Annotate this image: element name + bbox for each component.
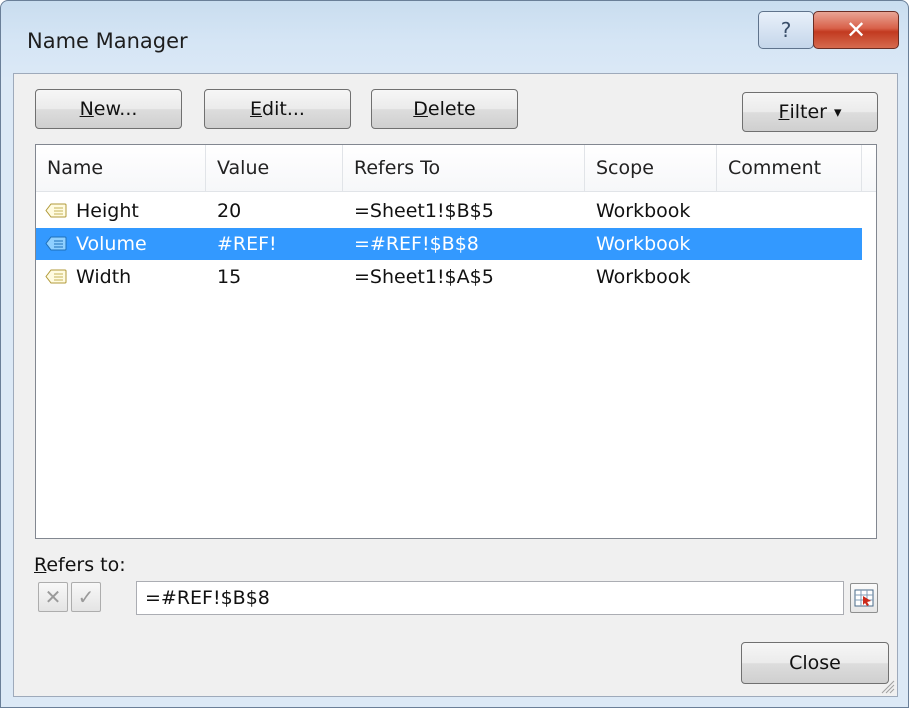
refers-to-input[interactable]: =#REF!$B$8: [136, 581, 844, 615]
new-button-accel: N: [79, 98, 94, 120]
delete-button-accel: D: [413, 98, 428, 120]
new-button-label: ew...: [93, 98, 138, 120]
filter-button[interactable]: Filter ▾: [742, 92, 878, 132]
cancel-icon: ✕: [44, 585, 62, 609]
column-header-value[interactable]: Value: [206, 145, 343, 191]
window-close-button[interactable]: ✕: [813, 11, 899, 49]
help-button[interactable]: ?: [758, 11, 814, 49]
refers-to-label: Refers to:: [34, 554, 126, 576]
refers-to-accel: R: [34, 554, 47, 576]
resize-grip-icon[interactable]: [879, 678, 895, 694]
filter-button-label: ilter: [789, 101, 827, 123]
filter-button-accel: F: [778, 101, 790, 123]
chevron-down-icon: ▾: [833, 103, 842, 121]
range-selector-icon: [854, 589, 874, 607]
edit-button[interactable]: Edit...: [204, 89, 351, 129]
list-item[interactable]: Height 20 =Sheet1!$B$5 Workbook: [36, 195, 862, 227]
column-header-scope[interactable]: Scope: [585, 145, 717, 191]
row-refers-to: =Sheet1!$A$5: [354, 266, 494, 288]
close-icon: ✕: [845, 16, 867, 44]
row-scope: Workbook: [596, 233, 691, 255]
cancel-edit-button[interactable]: ✕: [38, 582, 68, 612]
new-button[interactable]: New...: [35, 89, 182, 129]
list-header: Name Value Refers To Scope Comment: [36, 145, 876, 192]
row-refers-to: =#REF!$B$8: [354, 233, 479, 255]
row-name: Height: [76, 200, 139, 222]
edit-button-label: dit...: [262, 98, 305, 120]
list-item[interactable]: Volume #REF! =#REF!$B$8 Workbook: [36, 228, 862, 260]
name-tag-icon: [45, 203, 67, 218]
row-value: 20: [217, 200, 242, 222]
question-mark-icon: ?: [780, 18, 792, 42]
names-list[interactable]: Name Value Refers To Scope Comment Heigh…: [35, 144, 877, 539]
range-selector-button[interactable]: [850, 583, 878, 613]
row-scope: Workbook: [596, 266, 691, 288]
row-name: Width: [76, 266, 132, 288]
name-tag-icon: [45, 236, 67, 251]
column-header-refers-to[interactable]: Refers To: [343, 145, 585, 191]
column-header-name[interactable]: Name: [36, 145, 206, 191]
delete-button[interactable]: Delete: [371, 89, 518, 129]
column-header-comment[interactable]: Comment: [717, 145, 862, 191]
row-name: Volume: [76, 233, 147, 255]
window-title: Name Manager: [27, 29, 188, 53]
name-tag-icon: [45, 269, 67, 284]
row-value: #REF!: [217, 233, 277, 255]
list-item[interactable]: Width 15 =Sheet1!$A$5 Workbook: [36, 261, 862, 293]
row-refers-to: =Sheet1!$B$5: [354, 200, 494, 222]
refers-to-label-text: efers to:: [46, 554, 126, 576]
confirm-edit-button[interactable]: ✓: [71, 582, 101, 612]
close-button-label: Close: [789, 652, 841, 674]
row-scope: Workbook: [596, 200, 691, 222]
title-bar[interactable]: Name Manager ? ✕: [1, 1, 908, 81]
name-manager-window: Name Manager ? ✕ New... Edit... Delete F…: [0, 0, 909, 708]
close-button[interactable]: Close: [741, 642, 889, 684]
delete-button-label: elete: [427, 98, 476, 120]
dialog-client-area: New... Edit... Delete Filter ▾ Name Valu…: [13, 73, 898, 697]
row-value: 15: [217, 266, 242, 288]
checkmark-icon: ✓: [77, 585, 95, 609]
edit-button-accel: E: [250, 98, 263, 120]
